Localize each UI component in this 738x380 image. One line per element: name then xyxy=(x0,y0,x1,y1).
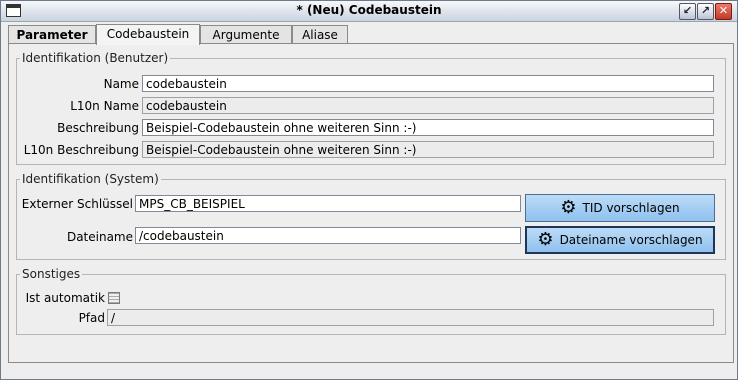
tab-aliase[interactable]: Aliase xyxy=(292,25,348,44)
suggest-tid-button[interactable]: ⚙ TID vorschlagen xyxy=(525,194,715,222)
tab-parameter[interactable]: Parameter xyxy=(8,25,96,44)
l10n-name-label: L10n Name xyxy=(70,99,139,113)
window-title: * (Neu) Codebaustein xyxy=(296,3,442,17)
dialog-window: * (Neu) Codebaustein ↙ ↗ ✕ Parameter Cod… xyxy=(0,0,738,380)
description-field[interactable] xyxy=(142,119,714,136)
filename-label: Dateiname xyxy=(66,230,133,244)
close-button[interactable]: ✕ xyxy=(715,3,732,20)
suggest-filename-button[interactable]: ⚙ Dateiname vorschlagen xyxy=(525,226,715,254)
l10n-description-field[interactable] xyxy=(142,141,714,158)
external-key-field[interactable] xyxy=(135,195,521,212)
suggest-filename-label: Dateiname vorschlagen xyxy=(559,233,703,247)
group-identification-system-title: Identifikation (System) xyxy=(22,172,159,186)
minimize-button[interactable]: ↙ xyxy=(679,3,696,20)
is-automatic-checkbox[interactable] xyxy=(108,292,120,304)
tab-content-panel: Identifikation (Benutzer) Name L10n Name… xyxy=(8,43,734,363)
is-automatic-label: Ist automatik xyxy=(25,291,105,305)
gear-icon: ⚙ xyxy=(537,229,554,250)
group-other-title: Sonstiges xyxy=(22,267,81,281)
description-label: Beschreibung xyxy=(57,121,139,135)
name-field[interactable] xyxy=(142,75,714,92)
gear-icon: ⚙ xyxy=(560,197,577,218)
path-label: Pfad xyxy=(78,311,105,325)
name-label: Name xyxy=(103,77,139,91)
title-bar[interactable]: * (Neu) Codebaustein ↙ ↗ ✕ xyxy=(1,1,737,22)
path-field[interactable] xyxy=(107,309,714,326)
tab-codebaustein[interactable]: Codebaustein xyxy=(96,24,200,45)
l10n-name-field[interactable] xyxy=(142,97,714,114)
external-key-label: Externer Schlüssel xyxy=(21,197,133,211)
tab-argumente[interactable]: Argumente xyxy=(200,25,292,44)
filename-field[interactable] xyxy=(135,227,521,244)
maximize-button[interactable]: ↗ xyxy=(697,3,714,20)
suggest-tid-label: TID vorschlagen xyxy=(582,201,680,215)
group-identification-user-title: Identifikation (Benutzer) xyxy=(22,51,169,65)
l10n-description-label: L10n Beschreibung xyxy=(23,143,139,157)
